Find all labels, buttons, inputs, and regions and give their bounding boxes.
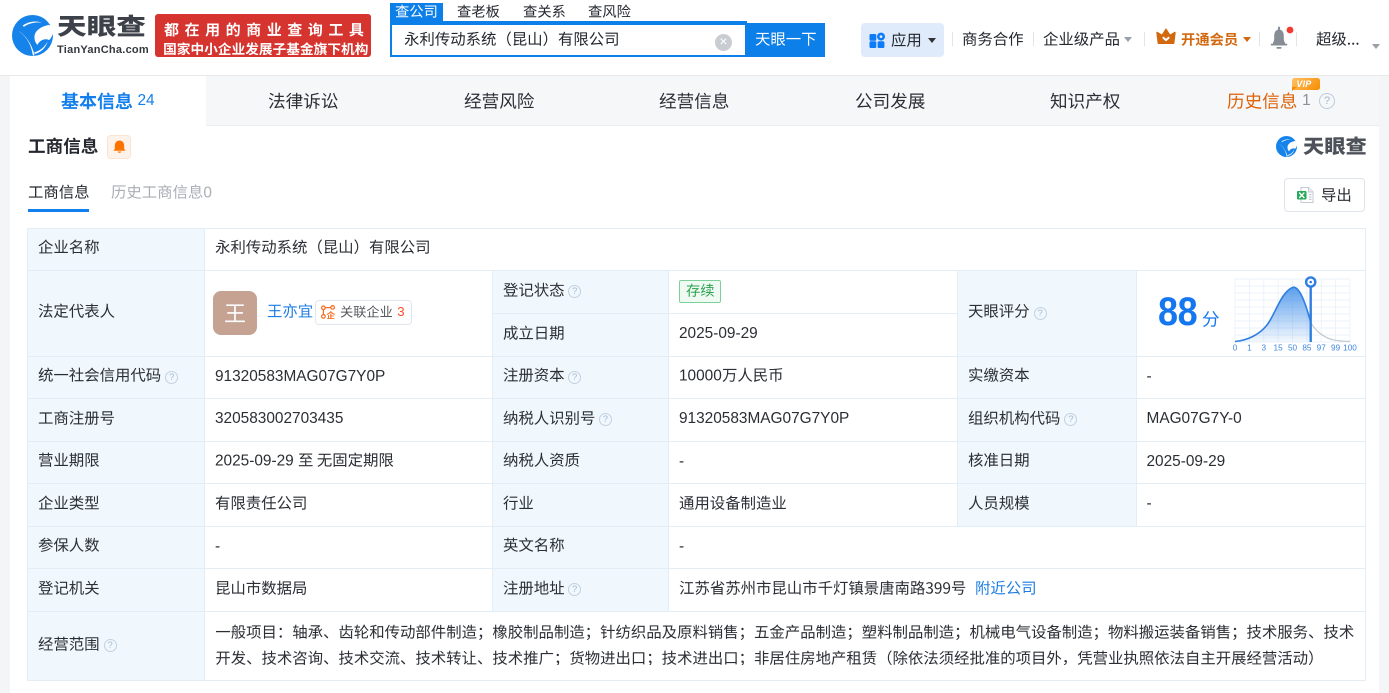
svg-text:3: 3 xyxy=(1261,343,1266,352)
svg-text:85: 85 xyxy=(1302,343,1312,352)
svg-text:100: 100 xyxy=(1343,343,1357,352)
svg-text:50: 50 xyxy=(1287,343,1297,352)
svg-text:97: 97 xyxy=(1316,343,1326,352)
svg-text:15: 15 xyxy=(1273,343,1283,352)
svg-text:1: 1 xyxy=(1247,343,1252,352)
svg-text:0: 0 xyxy=(1232,343,1237,352)
svg-text:99: 99 xyxy=(1331,343,1341,352)
